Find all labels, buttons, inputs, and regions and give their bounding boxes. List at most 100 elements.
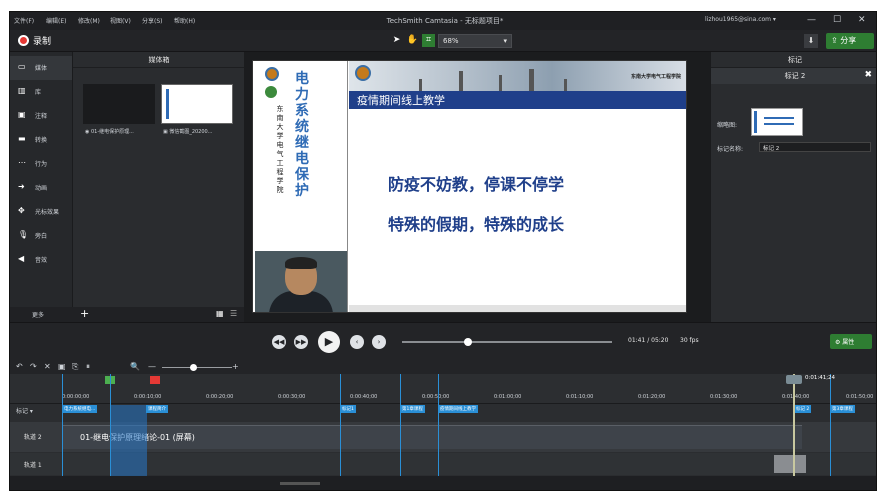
ruler-tick: 0:00:00;00 [62, 394, 90, 400]
timeline-scrollbar[interactable] [10, 476, 876, 490]
menu-help[interactable]: 帮助(H) [174, 16, 195, 25]
sidebar-item-narration[interactable]: 🎙 旁白 [10, 224, 72, 248]
slide-line-1: 防疫不妨教，停课不停学 [388, 175, 565, 194]
red-out-flag-icon[interactable] [150, 376, 160, 384]
arrow-tool-icon[interactable]: ➤ [390, 34, 403, 47]
camtasia-window: 文件(F) 编辑(E) 修改(M) 视图(V) 分享(S) 帮助(H) Tech… [9, 11, 877, 491]
scrollbar-thumb[interactable] [280, 482, 320, 485]
playhead[interactable] [793, 374, 795, 476]
sidebar-item-behaviors[interactable]: ⋯ 行为 [10, 152, 72, 176]
library-icon: ▥ [18, 86, 26, 95]
scrub-bar[interactable] [402, 341, 612, 343]
zoom-select[interactable]: 68% ▾ [438, 34, 512, 48]
marker-header: 标记 2 [711, 68, 876, 84]
marker-line [340, 374, 341, 476]
list-view-icon[interactable]: ☰ [230, 309, 237, 318]
menu-edit[interactable]: 编辑(E) [46, 16, 66, 25]
menu-share[interactable]: 分享(S) [142, 16, 163, 25]
close-icon[interactable]: ✖ [864, 70, 872, 80]
sidebar-item-audio-effects[interactable]: ◀ 音效 [10, 248, 72, 272]
animation-icon: ➜ [18, 182, 25, 191]
step-back-icon[interactable]: ‹ [350, 335, 364, 349]
sidebar-item-media[interactable]: ▭ 媒体 [10, 56, 72, 80]
timeline-marker[interactable]: 第3章课程 [830, 405, 855, 413]
main-toolbar: 录制 ➤ ✋ ⌗ 68% ▾ ⬇ ⇪ 分享 [10, 30, 876, 52]
scrub-handle[interactable] [464, 338, 473, 346]
marker-row-label[interactable]: 标记 ▾ [16, 406, 33, 415]
ruler-tick: 0:01:50;00 [846, 394, 874, 400]
split-icon[interactable]: ⏸ [86, 362, 90, 372]
menu-modify[interactable]: 修改(M) [78, 16, 100, 25]
record-icon[interactable] [18, 35, 29, 46]
media-icon: ▭ [18, 62, 26, 71]
slide-canvas[interactable]: 电力系统继电保护 东南大学电气工程学院 东南大学电气工程学院 疫情期间线上教学 [252, 60, 687, 313]
maximize-button[interactable]: ☐ [833, 15, 841, 25]
timeline-marker[interactable]: 标记1 [340, 405, 356, 413]
tools-sidebar: ▭ 媒体 ▥ 库 ▣ 注释 ▬ 转换 ⋯ 行为 ➜ 动画 ✥ 光标效果 🎙 旁白 ◀ 音效 [10, 52, 72, 322]
slide-title: 疫情期间线上教学 [357, 94, 445, 107]
ruler-tick: 0:01:40;00 [782, 394, 810, 400]
sidebar-item-label: 动画 [35, 185, 48, 192]
track-1-clip[interactable] [774, 455, 806, 473]
zoom-out-icon[interactable]: — [148, 362, 156, 371]
next-frame-icon[interactable]: ▶▶ [294, 335, 308, 349]
webcam-overlay[interactable] [255, 251, 347, 312]
paste-icon[interactable]: ⎘ [72, 362, 78, 372]
media-item-image-thumb[interactable] [161, 84, 233, 124]
add-media-button[interactable]: + [80, 307, 89, 320]
sidebar-item-transitions[interactable]: ▬ 转换 [10, 128, 72, 152]
timeline-marker[interactable]: 课程简介 [146, 405, 168, 413]
zoom-in-icon[interactable]: + [232, 362, 239, 371]
sidebar-item-animations[interactable]: ➜ 动画 [10, 176, 72, 200]
more-button[interactable]: 更多 [32, 310, 44, 319]
slide-line-2: 特殊的假期，特殊的成长 [388, 215, 565, 234]
undo-icon[interactable]: ↶ [16, 362, 23, 371]
banner-label: 东南大学电气工程学院 [630, 74, 681, 80]
properties-button[interactable]: ⚙ 属性 [830, 334, 872, 349]
media-item-label: ▣ 微信截图_20200... [163, 129, 213, 135]
zoom-slider[interactable] [162, 367, 232, 368]
minimize-button[interactable]: — [807, 15, 816, 25]
menu-file[interactable]: 文件(F) [14, 16, 34, 25]
copy-icon[interactable]: ▣ [58, 362, 66, 371]
sidebar-item-label: 注释 [35, 113, 48, 120]
play-button[interactable]: ▶ [318, 331, 340, 353]
close-button[interactable]: ✕ [858, 15, 866, 25]
timeline-marker[interactable]: 电力系统继电... [62, 405, 98, 413]
zoom-icon[interactable]: 🔍 [130, 362, 140, 371]
previous-frame-icon[interactable]: ◀◀ [272, 335, 286, 349]
playhead-handle[interactable] [786, 375, 802, 384]
timeline-marker[interactable]: 第1章课程 [400, 405, 425, 413]
sidebar-item-cursor-effects[interactable]: ✥ 光标效果 [10, 200, 72, 224]
timeline-selection[interactable] [110, 405, 147, 477]
record-button-label[interactable]: 录制 [33, 34, 51, 47]
hand-tool-icon[interactable]: ✋ [406, 34, 419, 47]
crop-tool-icon[interactable]: ⌗ [422, 34, 435, 47]
timeline-ruler[interactable]: 0:00:00;00 0:00:10;00 0:00:20;00 0:00:30… [10, 374, 876, 404]
annotation-icon: ▣ [18, 110, 26, 119]
grid-view-icon[interactable]: ▦ [216, 309, 224, 318]
timeline-marker[interactable]: 疫情期间线上教学 [438, 405, 478, 413]
sidebar-item-annotations[interactable]: ▣ 注释 [10, 104, 72, 128]
zoom-slider-handle[interactable] [190, 364, 197, 371]
slide-footer-bar [349, 305, 686, 312]
marker-name-input[interactable]: 标记 2 [759, 142, 871, 152]
track-1-label: 轨道 1 [24, 462, 42, 469]
media-footer: 更多 + ▦ ☰ [10, 307, 244, 322]
share-button[interactable]: ⇪ 分享 [826, 33, 874, 49]
cut-icon[interactable]: ✕ [44, 362, 51, 371]
university-logo-icon [265, 67, 279, 81]
thumb-stripe [166, 89, 169, 119]
ruler-tick: 0:00:50;00 [422, 394, 450, 400]
redo-icon[interactable]: ↷ [30, 362, 37, 371]
step-forward-icon[interactable]: › [372, 335, 386, 349]
account-menu[interactable]: lizhou1965@sina.com ▾ [705, 16, 776, 23]
menu-view[interactable]: 视图(V) [110, 16, 131, 25]
sidebar-item-library[interactable]: ▥ 库 [10, 80, 72, 104]
ruler-tick: 0:00:30;00 [278, 394, 306, 400]
download-icon[interactable]: ⬇ [804, 34, 818, 48]
media-item-video-thumb[interactable] [83, 84, 155, 124]
timeline-toolbar: ↶ ↷ ✕ ▣ ⎘ ⏸ 🔍 — + [10, 360, 876, 374]
timeline-marker[interactable]: 标记 2 [794, 405, 812, 413]
slide-left-panel: 电力系统继电保护 东南大学电气工程学院 [253, 61, 348, 312]
